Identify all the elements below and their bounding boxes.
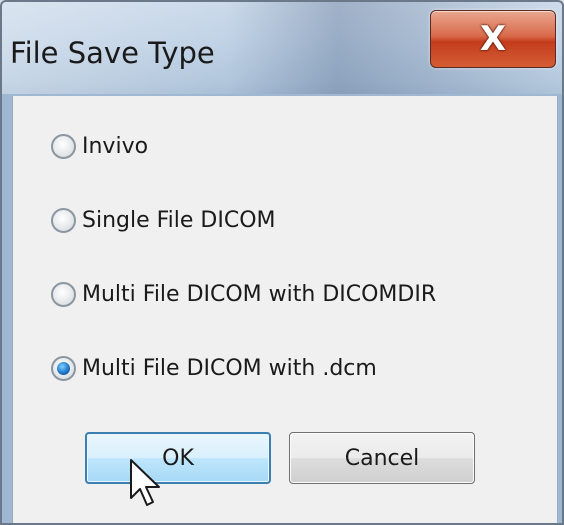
- option-label: Invivo: [82, 133, 149, 159]
- option-multi-file-dicomdir[interactable]: Multi File DICOM with DICOMDIR: [51, 274, 436, 314]
- radio-button[interactable]: [51, 207, 76, 233]
- option-multi-file-dcm[interactable]: Multi File DICOM with .dcm: [51, 348, 377, 388]
- option-label: Multi File DICOM with DICOMDIR: [82, 281, 437, 307]
- file-save-type-dialog: File Save Type X Invivo Single File DICO…: [0, 0, 564, 525]
- radio-button-selected[interactable]: [51, 355, 76, 381]
- mouse-pointer-icon: [130, 459, 160, 506]
- cancel-button[interactable]: Cancel: [289, 432, 475, 484]
- ok-button[interactable]: OK: [85, 432, 271, 484]
- title-bar[interactable]: File Save Type X: [2, 2, 562, 94]
- dialog-title: File Save Type: [10, 36, 215, 70]
- dialog-body: Invivo Single File DICOM Multi File DICO…: [12, 96, 558, 523]
- option-invivo[interactable]: Invivo: [51, 126, 148, 166]
- option-label: Single File DICOM: [82, 207, 276, 233]
- close-button[interactable]: X: [430, 10, 556, 68]
- close-icon: X: [479, 19, 507, 59]
- radio-button[interactable]: [51, 133, 76, 159]
- option-single-file-dicom[interactable]: Single File DICOM: [51, 200, 276, 240]
- option-label: Multi File DICOM with .dcm: [82, 355, 377, 381]
- radio-button[interactable]: [51, 281, 76, 307]
